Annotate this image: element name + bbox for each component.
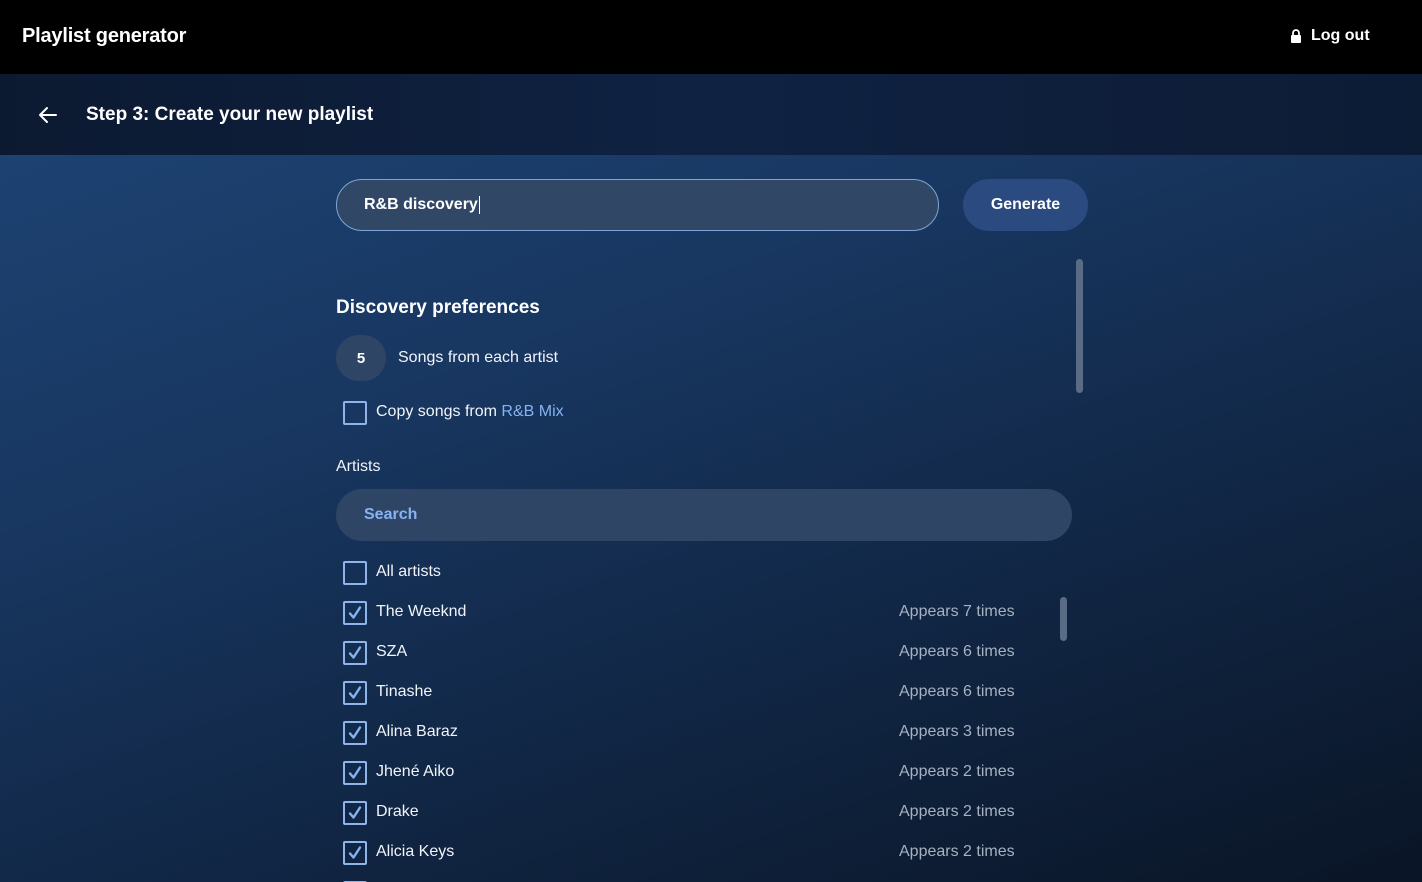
artist-appearance-count: Appears 2 times (899, 803, 1015, 820)
artist-checkbox[interactable] (343, 761, 367, 785)
panel-scrollbar[interactable] (1076, 259, 1083, 393)
artist-name: Alicia Keys (376, 843, 455, 860)
arrow-left-icon[interactable] (36, 103, 60, 127)
checkmark-icon (348, 646, 362, 659)
checkmark-icon (348, 806, 362, 819)
artist-checkbox[interactable] (343, 641, 367, 665)
copy-songs-label: Copy songs from R&B Mix (376, 403, 564, 421)
artist-appearance-count: Appears 6 times (899, 643, 1015, 660)
checkmark-icon (348, 726, 362, 739)
songs-per-artist-label: Songs from each artist (398, 349, 559, 366)
artist-checkbox[interactable] (343, 801, 367, 825)
artist-search-input[interactable]: Search (336, 489, 1072, 541)
artist-name: Tinashe (376, 683, 433, 700)
generate-button[interactable]: Generate (963, 179, 1088, 231)
logout-button[interactable]: Log out (1290, 24, 1370, 48)
all-artists-label: All artists (376, 563, 441, 580)
artist-checkbox[interactable] (343, 721, 367, 745)
checkmark-icon (348, 846, 362, 859)
copy-songs-prefix: Copy songs from (376, 403, 502, 420)
artist-appearance-count: Appears 6 times (899, 683, 1015, 700)
lock-icon (1290, 29, 1302, 43)
playlist-name-input[interactable]: R&B discovery (336, 179, 939, 231)
artists-heading: Artists (336, 458, 381, 475)
songs-per-artist-stepper[interactable]: 5 (336, 335, 386, 381)
checkmark-icon (348, 686, 362, 699)
artist-name: SZA (376, 643, 408, 660)
artist-name: Jhené Aiko (376, 763, 455, 780)
artist-checkbox[interactable] (343, 841, 367, 865)
top-bar: Playlist generator Log out (0, 0, 1422, 74)
checkmark-icon (348, 606, 362, 619)
copy-songs-checkbox[interactable] (343, 401, 367, 425)
playlist-name-value: R&B discovery (364, 196, 478, 213)
artist-appearance-count: Appears 2 times (899, 763, 1015, 780)
artist-name: The Weeknd (376, 603, 467, 620)
all-artists-checkbox[interactable] (343, 561, 367, 585)
playlist-generator-app: Playlist generator Log out Step 3: Creat… (0, 0, 1422, 882)
step-title: Step 3: Create your new playlist (86, 104, 374, 125)
copy-songs-source-link[interactable]: R&B Mix (501, 403, 563, 420)
artist-name: Alina Baraz (376, 723, 458, 740)
artist-name: Drake (376, 803, 419, 820)
artist-appearance-count: Appears 2 times (899, 843, 1015, 860)
checkmark-icon (348, 766, 362, 779)
app-title: Playlist generator (22, 25, 187, 47)
artist-appearance-count: Appears 7 times (899, 603, 1015, 620)
artist-checkbox[interactable] (343, 681, 367, 705)
artist-checkbox[interactable] (343, 601, 367, 625)
logout-label: Log out (1311, 27, 1370, 44)
text-caret (478, 196, 480, 214)
discovery-preferences-heading: Discovery preferences (336, 297, 540, 318)
artist-search-placeholder: Search (364, 506, 418, 523)
artist-list-scrollbar[interactable] (1060, 597, 1067, 641)
artist-appearance-count: Appears 3 times (899, 723, 1015, 740)
